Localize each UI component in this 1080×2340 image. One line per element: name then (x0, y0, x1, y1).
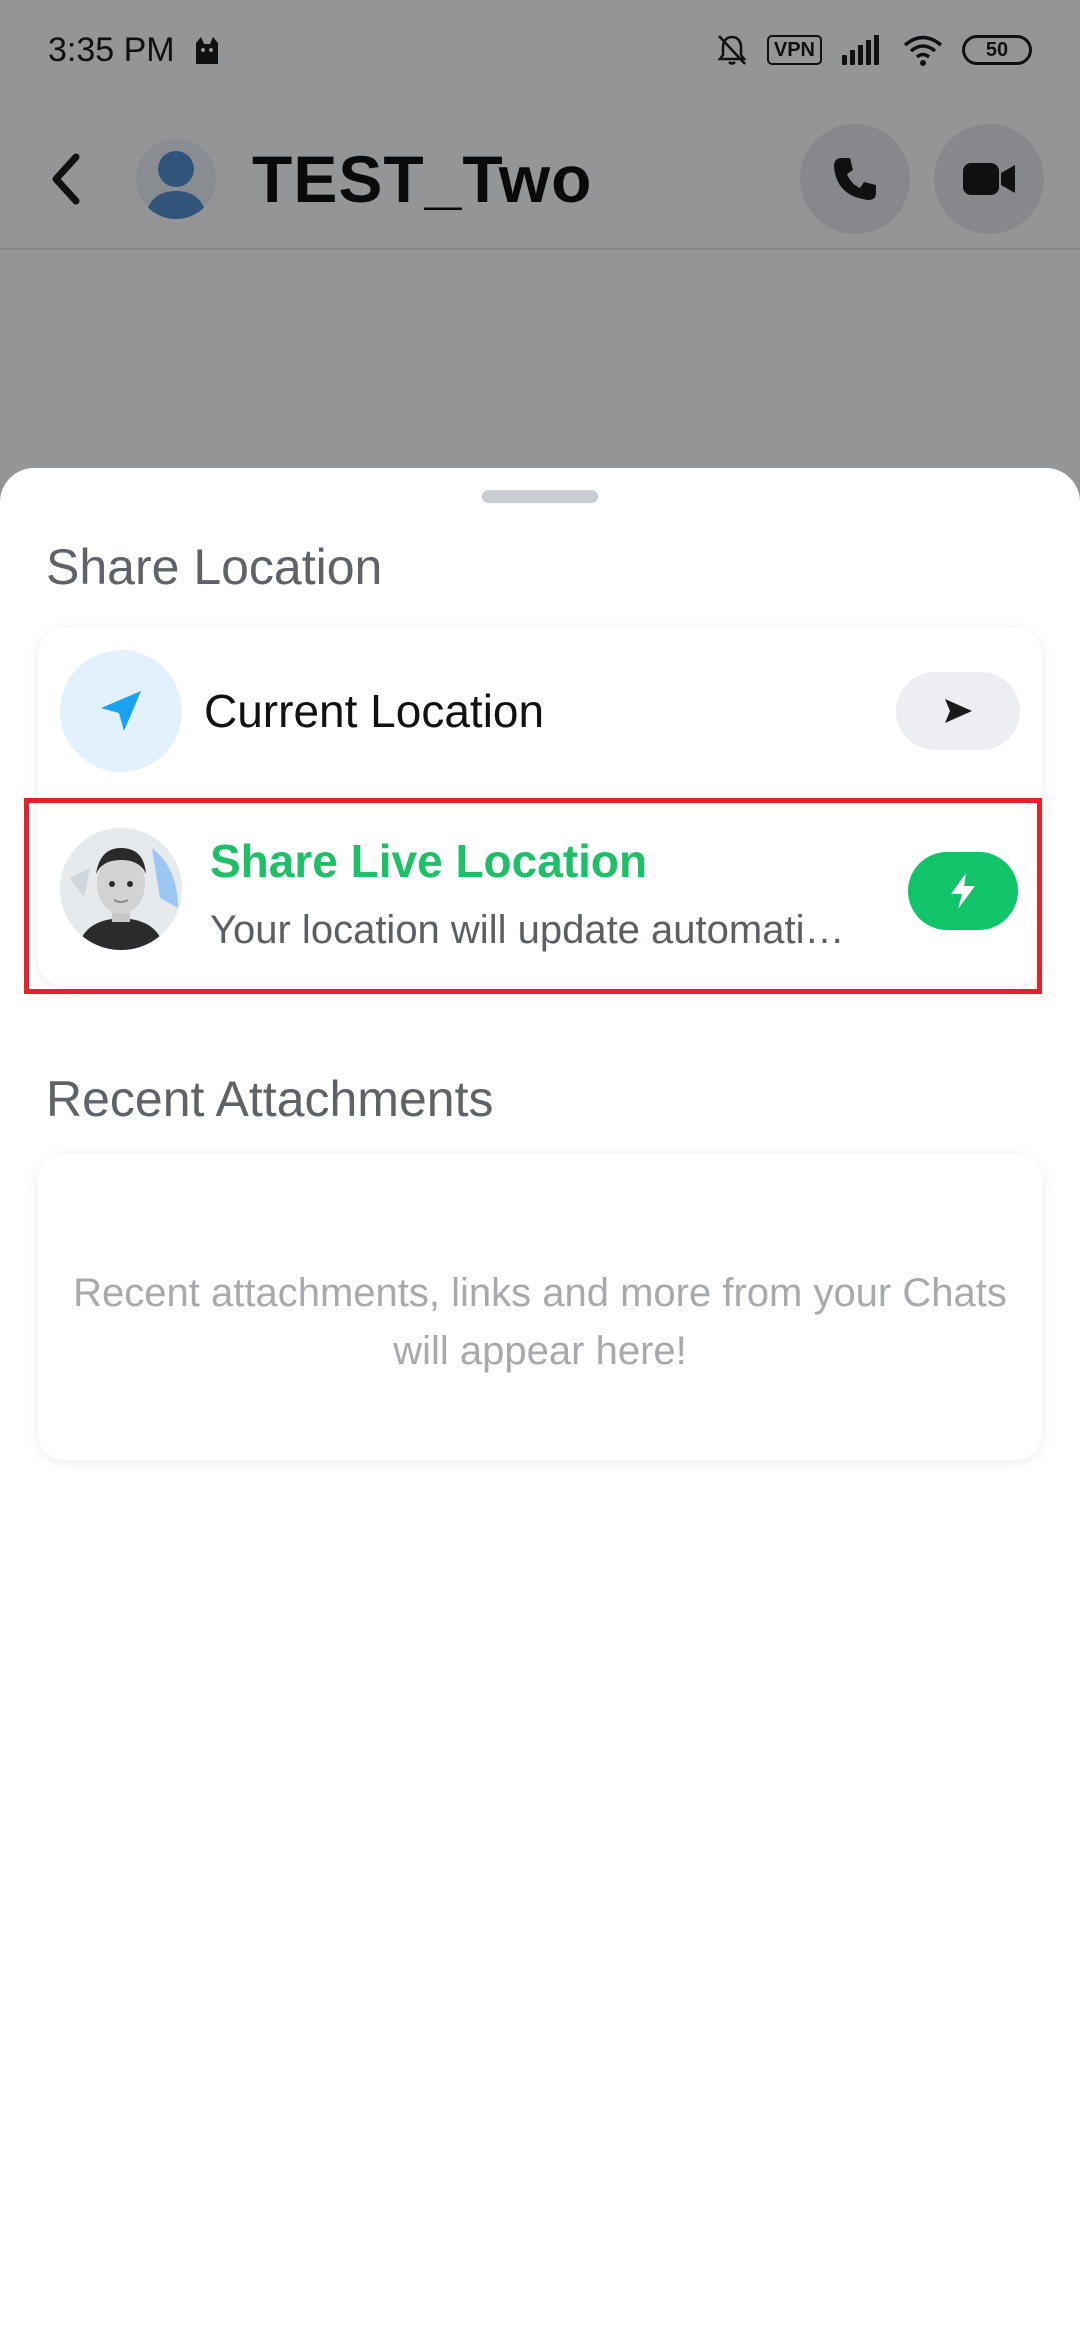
bitmoji-avatar (60, 828, 182, 950)
current-location-row[interactable]: Current Location (38, 628, 1042, 796)
sheet-grabber[interactable] (482, 490, 598, 503)
dim-overlay[interactable] (0, 0, 1080, 520)
recent-attachments-card: Recent attachments, links and more from … (38, 1154, 1042, 1460)
navigation-arrow-icon (101, 691, 141, 731)
location-icon-badge (60, 650, 182, 772)
recent-attachments-empty-message: Recent attachments, links and more from … (38, 1264, 1042, 1380)
share-live-location-button[interactable] (908, 852, 1018, 930)
recent-attachments-heading: Recent Attachments (46, 1071, 494, 1127)
share-live-location-title: Share Live Location (210, 835, 648, 887)
share-location-card: Current Location Share Live Location You… (38, 628, 1042, 986)
bottom-sheet: Share Location Current Location Share Li… (0, 468, 1080, 2340)
empty-message-line-1: Recent attachments, links and more from … (73, 1271, 1007, 1315)
current-location-label: Current Location (204, 685, 545, 737)
share-live-location-row[interactable]: Share Live Location Your location will u… (38, 796, 1042, 986)
share-live-location-subtitle: Your location will update automati… (210, 908, 845, 952)
share-location-heading: Share Location (46, 539, 383, 595)
empty-message-line-2: will appear here! (393, 1329, 687, 1373)
send-arrow-icon (945, 699, 972, 723)
bitmoji-avatar-icon (60, 828, 182, 950)
send-current-location-button[interactable] (896, 672, 1020, 750)
lightning-bolt-icon (951, 873, 975, 909)
